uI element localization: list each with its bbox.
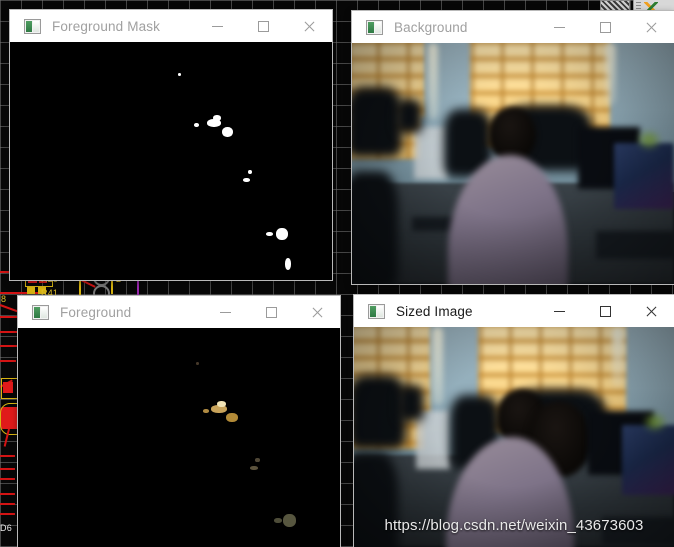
window-controls[interactable] <box>194 10 332 42</box>
pcb-trace <box>0 468 15 470</box>
window-foreground-mask[interactable]: Foreground Mask <box>10 10 332 280</box>
minimize-button[interactable] <box>536 11 582 43</box>
window-controls[interactable] <box>536 11 674 43</box>
maximize-button[interactable] <box>240 10 286 42</box>
close-button[interactable] <box>286 10 332 42</box>
sized-image-canvas: https://blog.csdn.net/weixin_43673603 <box>354 327 674 547</box>
titlebar[interactable]: Sized Image <box>354 295 674 327</box>
window-title: Foreground Mask <box>52 18 161 34</box>
foreground-canvas <box>18 328 340 547</box>
minimize-button[interactable] <box>536 295 582 327</box>
image-window-icon <box>32 304 49 320</box>
titlebar[interactable]: Background <box>352 11 674 43</box>
maximize-button[interactable] <box>582 295 628 327</box>
mask-blob <box>285 258 291 270</box>
minimize-button[interactable] <box>202 296 248 328</box>
foreground-blob <box>226 413 238 422</box>
minimize-button[interactable] <box>194 10 240 42</box>
window-foreground[interactable]: Foreground <box>18 296 340 547</box>
scene-vignette <box>352 43 674 284</box>
cad-label: D6 <box>0 523 12 533</box>
close-button[interactable] <box>628 295 674 327</box>
foreground-blob <box>255 458 260 462</box>
scene-vignette <box>354 327 674 547</box>
cad-label: 8 <box>1 294 7 304</box>
background-frame-canvas <box>352 43 674 284</box>
titlebar[interactable]: Foreground Mask <box>10 10 332 42</box>
maximize-button[interactable] <box>248 296 294 328</box>
pcb-trace <box>0 455 15 457</box>
pcb-trace <box>0 478 15 480</box>
close-button[interactable] <box>294 296 340 328</box>
maximize-button[interactable] <box>582 11 628 43</box>
mask-blob <box>248 170 252 174</box>
pcb-trace <box>0 331 20 333</box>
image-window-icon <box>368 303 385 319</box>
pcb-trace <box>0 513 15 515</box>
webcam-scene <box>352 43 674 284</box>
foreground-blob <box>274 518 282 523</box>
window-background[interactable]: Background <box>352 11 674 284</box>
mask-blob <box>213 115 221 121</box>
window-controls[interactable] <box>536 295 674 327</box>
window-sized-image[interactable]: Sized Image https://blog.csdn.net/weixin… <box>354 295 674 547</box>
mask-blob <box>243 178 250 182</box>
foreground-mask-canvas <box>10 42 332 280</box>
mask-blob <box>222 127 233 137</box>
pcb-trace <box>0 345 18 347</box>
titlebar[interactable]: Foreground <box>18 296 340 328</box>
window-title: Background <box>394 19 468 35</box>
foreground-blob <box>250 466 258 470</box>
mask-blob <box>178 73 181 76</box>
foreground-blob <box>283 514 296 527</box>
foreground-blob <box>196 362 199 365</box>
pcb-silkscreen <box>1 378 18 399</box>
foreground-blob <box>217 401 226 407</box>
window-controls[interactable] <box>202 296 340 328</box>
image-window-icon <box>24 18 41 34</box>
mask-blob <box>194 123 199 127</box>
webcam-scene <box>354 327 674 547</box>
image-window-icon <box>366 19 383 35</box>
pcb-trace <box>0 493 15 495</box>
pcb-trace <box>0 360 16 362</box>
mask-blob <box>276 228 288 240</box>
foreground-blob <box>203 409 209 413</box>
pcb-trace <box>0 503 15 505</box>
screenshot-root: R20 R41 2 8 D6 Foreground Mask <box>0 0 674 547</box>
close-button[interactable] <box>628 11 674 43</box>
mask-blob <box>266 232 273 236</box>
pcb-pad <box>27 286 35 294</box>
window-title: Sized Image <box>396 303 473 319</box>
window-title: Foreground <box>60 304 132 320</box>
